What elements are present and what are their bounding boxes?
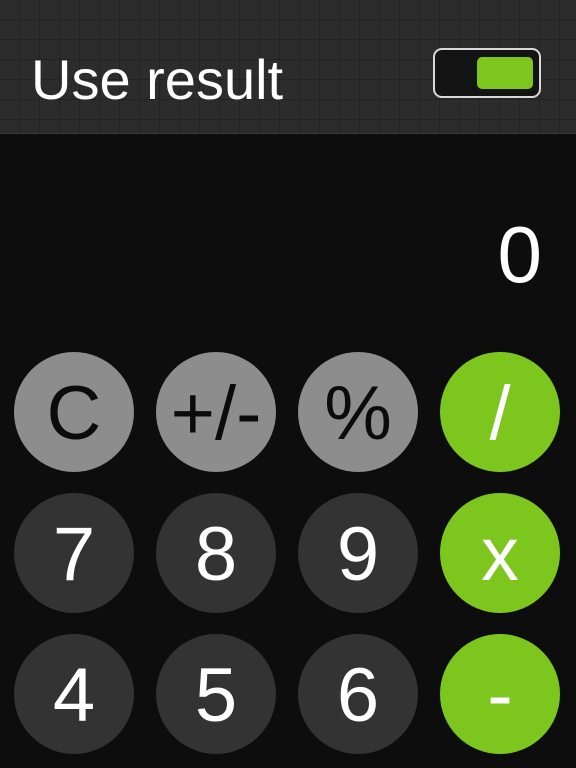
digit-4-button[interactable]: 4 [14, 634, 134, 754]
clear-button[interactable]: C [14, 352, 134, 472]
use-result-label: Use result [31, 48, 284, 111]
digit-9-button[interactable]: 9 [298, 493, 418, 613]
toggle-knob [477, 57, 533, 89]
digit-8-label: 8 [194, 512, 238, 597]
digit-5-label: 5 [194, 653, 238, 738]
digit-9-label: 9 [336, 512, 380, 597]
digit-7-button[interactable]: 7 [14, 493, 134, 613]
multiply-button[interactable]: x [440, 493, 560, 613]
subtract-button[interactable]: - [440, 634, 560, 754]
digit-6-button[interactable]: 6 [298, 634, 418, 754]
digit-8-button[interactable]: 8 [156, 493, 276, 613]
use-result-toggle[interactable] [433, 48, 541, 98]
percent-button[interactable]: % [298, 352, 418, 472]
digit-4-label: 4 [52, 653, 96, 738]
negate-button[interactable]: +/- [156, 352, 276, 472]
clear-button-label: C [46, 371, 102, 456]
subtract-button-label: - [487, 653, 513, 738]
divide-button[interactable]: / [440, 352, 560, 472]
digit-5-button[interactable]: 5 [156, 634, 276, 754]
percent-button-label: % [324, 371, 392, 456]
negate-button-label: +/- [170, 371, 262, 456]
digit-6-label: 6 [336, 653, 380, 738]
keypad: C +/- % / 7 8 9 x 4 5 6 - [14, 352, 562, 768]
digit-7-label: 7 [52, 512, 96, 597]
header-bar: Use result [0, 0, 576, 134]
divide-button-label: / [489, 371, 511, 456]
multiply-button-label: x [481, 512, 519, 597]
result-display: 0 [497, 210, 543, 299]
